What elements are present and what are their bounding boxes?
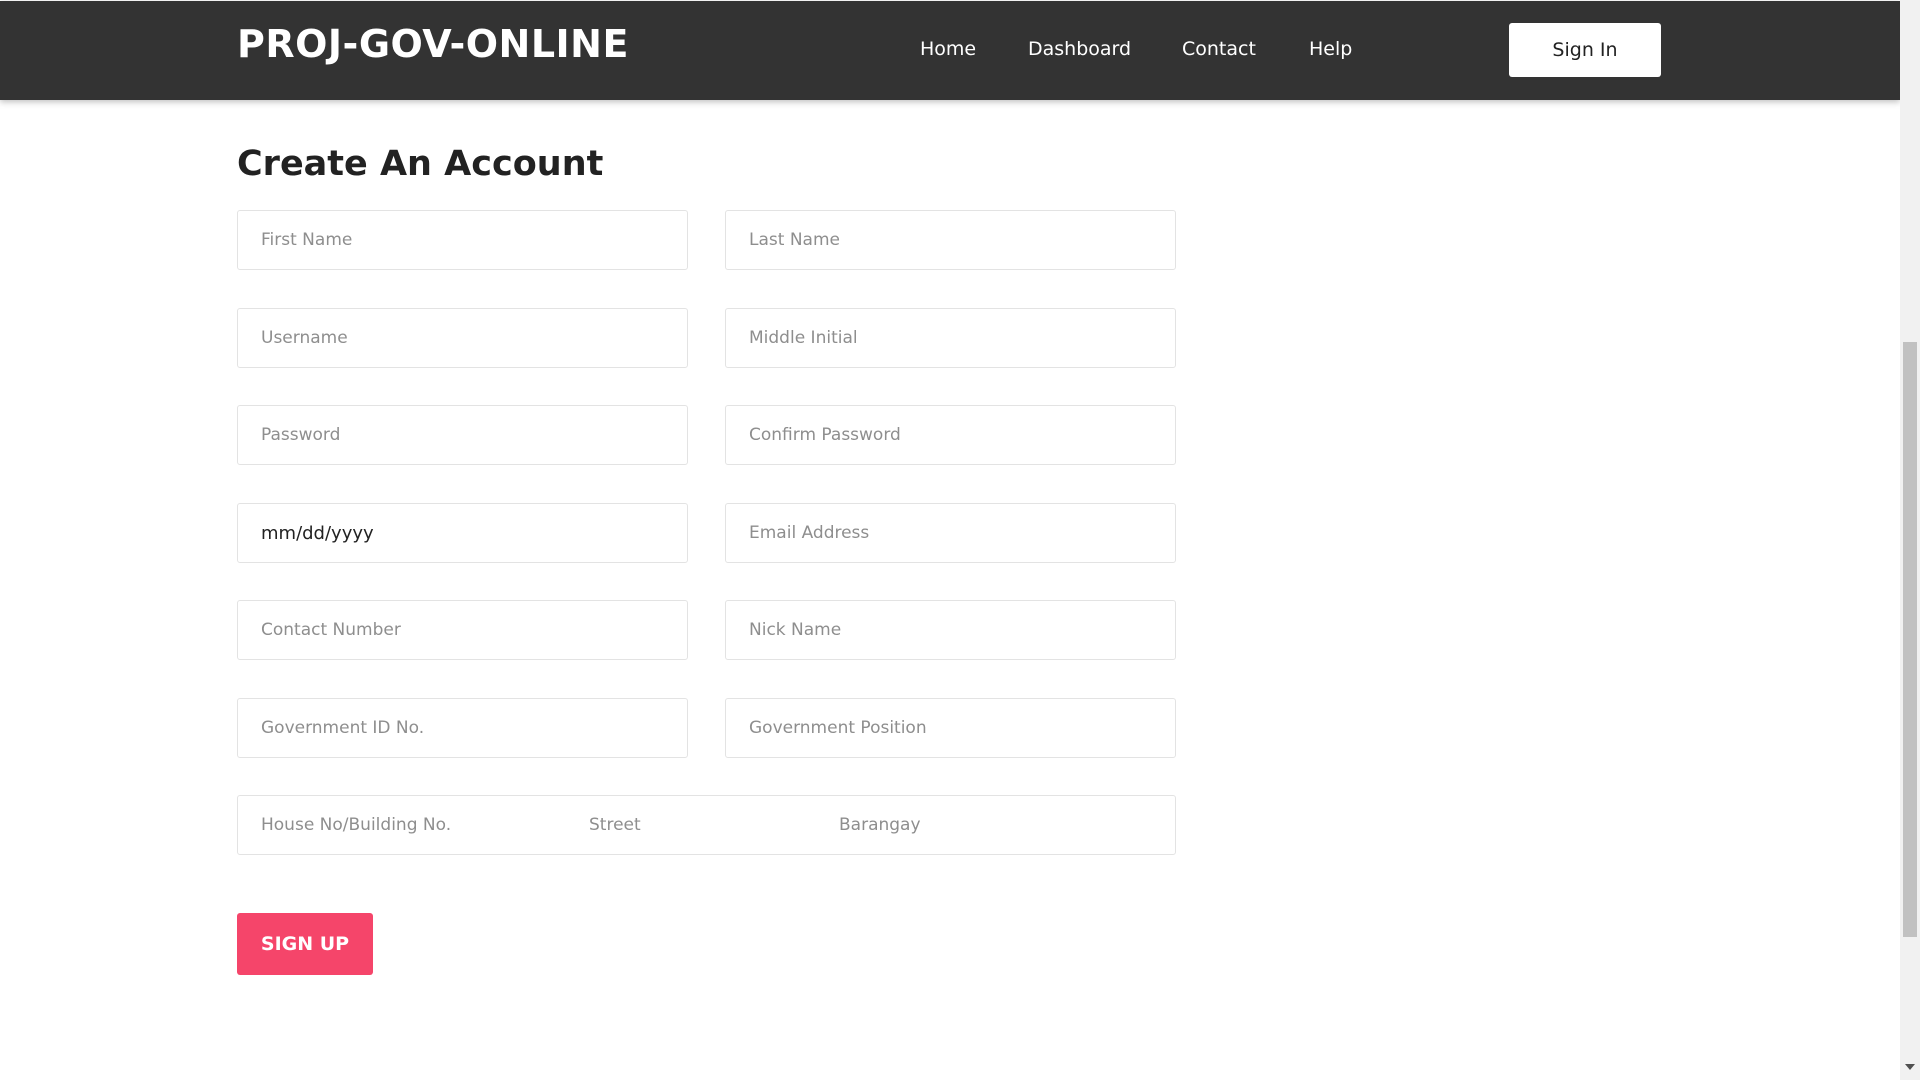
- username-field[interactable]: [237, 308, 688, 368]
- vertical-scrollbar[interactable]: [1900, 0, 1920, 1080]
- first-name-field[interactable]: [237, 210, 688, 270]
- top-navbar: PROJ-GOV-ONLINE Home Dashboard Contact H…: [0, 1, 1900, 100]
- sign-up-button[interactable]: SIGN UP: [237, 913, 373, 975]
- contact-number-field[interactable]: [237, 600, 688, 660]
- page: PROJ-GOV-ONLINE Home Dashboard Contact H…: [0, 0, 1900, 1080]
- nav-link-help[interactable]: Help: [1309, 37, 1352, 61]
- brand-logo[interactable]: PROJ-GOV-ONLINE: [237, 21, 629, 67]
- government-position-field[interactable]: [725, 698, 1176, 758]
- page-title: Create An Account: [237, 144, 604, 184]
- scrollbar-thumb[interactable]: [1903, 342, 1917, 937]
- middle-initial-field[interactable]: [725, 308, 1176, 368]
- nav-link-dashboard[interactable]: Dashboard: [1028, 37, 1131, 61]
- sign-in-button[interactable]: Sign In: [1509, 23, 1661, 77]
- nav-link-home[interactable]: Home: [920, 37, 976, 61]
- address-group: [237, 795, 1176, 855]
- government-id-field[interactable]: [237, 698, 688, 758]
- password-field[interactable]: [237, 405, 688, 465]
- email-field[interactable]: [725, 503, 1176, 563]
- last-name-field[interactable]: [725, 210, 1176, 270]
- street-field[interactable]: [589, 796, 819, 854]
- barangay-field[interactable]: [839, 796, 1139, 854]
- birthdate-field[interactable]: mm/dd/yyyy: [237, 503, 688, 563]
- nav-link-contact[interactable]: Contact: [1182, 37, 1256, 61]
- house-number-field[interactable]: [261, 796, 561, 854]
- scroll-down-arrow-icon[interactable]: [1905, 1064, 1915, 1070]
- confirm-password-field[interactable]: [725, 405, 1176, 465]
- nick-name-field[interactable]: [725, 600, 1176, 660]
- birthdate-format-text: mm/dd/yyyy: [261, 522, 374, 544]
